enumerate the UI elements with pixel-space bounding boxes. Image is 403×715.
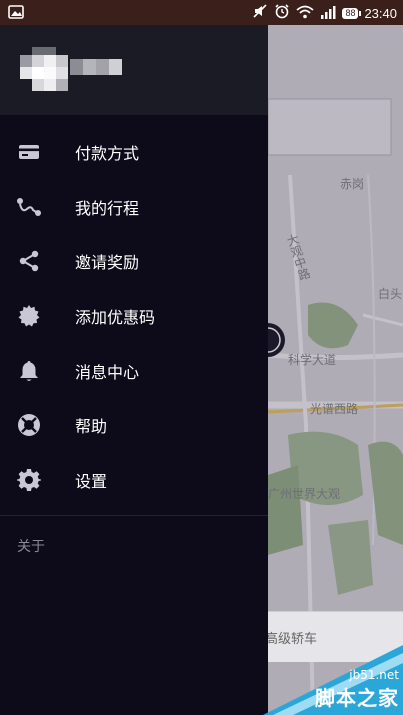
menu-item-label: 我的行程	[75, 198, 140, 218]
menu-item-help[interactable]: 帮助	[0, 398, 268, 453]
navigation-drawer: 付款方式 我的行程 邀请奖励 添加优惠码 消息中心 帮助 设置 关于	[0, 25, 268, 715]
map-label: 广州世界大观	[268, 487, 341, 501]
avatar[interactable]	[20, 47, 68, 95]
menu-item-label: 付款方式	[75, 144, 140, 164]
card-icon	[16, 139, 42, 165]
badge-icon	[16, 303, 42, 329]
user-name-blurred	[70, 59, 122, 75]
route-icon	[16, 194, 42, 220]
wifi-icon	[296, 4, 315, 23]
mute-icon	[252, 3, 268, 23]
alarm-icon	[274, 3, 290, 23]
gear-icon	[16, 467, 42, 493]
map-label: 白头	[378, 287, 403, 301]
signal-icon	[320, 4, 336, 23]
drawer-header[interactable]	[0, 25, 268, 115]
about-link[interactable]: 关于	[17, 536, 45, 556]
battery-icon: 88	[342, 7, 362, 19]
status-bar: 88 23:40	[0, 0, 403, 25]
menu-item-label: 添加优惠码	[75, 308, 156, 328]
menu-item-payment[interactable]: 付款方式	[0, 125, 268, 180]
lifebuoy-icon	[16, 412, 42, 438]
bell-icon	[16, 358, 42, 384]
menu-item-promo[interactable]: 添加优惠码	[0, 289, 268, 344]
menu-item-settings[interactable]: 设置	[0, 453, 268, 508]
menu-item-label: 邀请奖励	[75, 253, 140, 273]
map-label: 赤岗	[340, 177, 365, 191]
menu-item-label: 消息中心	[75, 362, 140, 382]
watermark-name: 脚本之家	[315, 686, 399, 710]
menu-item-trips[interactable]: 我的行程	[0, 180, 268, 235]
menu-item-invite[interactable]: 邀请奖励	[0, 234, 268, 289]
menu-item-messages[interactable]: 消息中心	[0, 343, 268, 398]
image-icon	[8, 4, 24, 23]
watermark-site: jb51.net	[349, 668, 399, 682]
watermark: jb51.net 脚本之家	[263, 645, 403, 715]
map-label: 科学大道	[288, 353, 337, 367]
drawer-menu: 付款方式 我的行程 邀请奖励 添加优惠码 消息中心 帮助 设置	[0, 125, 268, 507]
menu-item-label: 设置	[75, 471, 108, 491]
menu-divider	[0, 515, 268, 516]
map-label: 光谱西路	[310, 402, 359, 416]
share-icon	[16, 248, 42, 274]
status-time: 23:40	[364, 5, 397, 21]
menu-item-label: 帮助	[75, 417, 108, 437]
